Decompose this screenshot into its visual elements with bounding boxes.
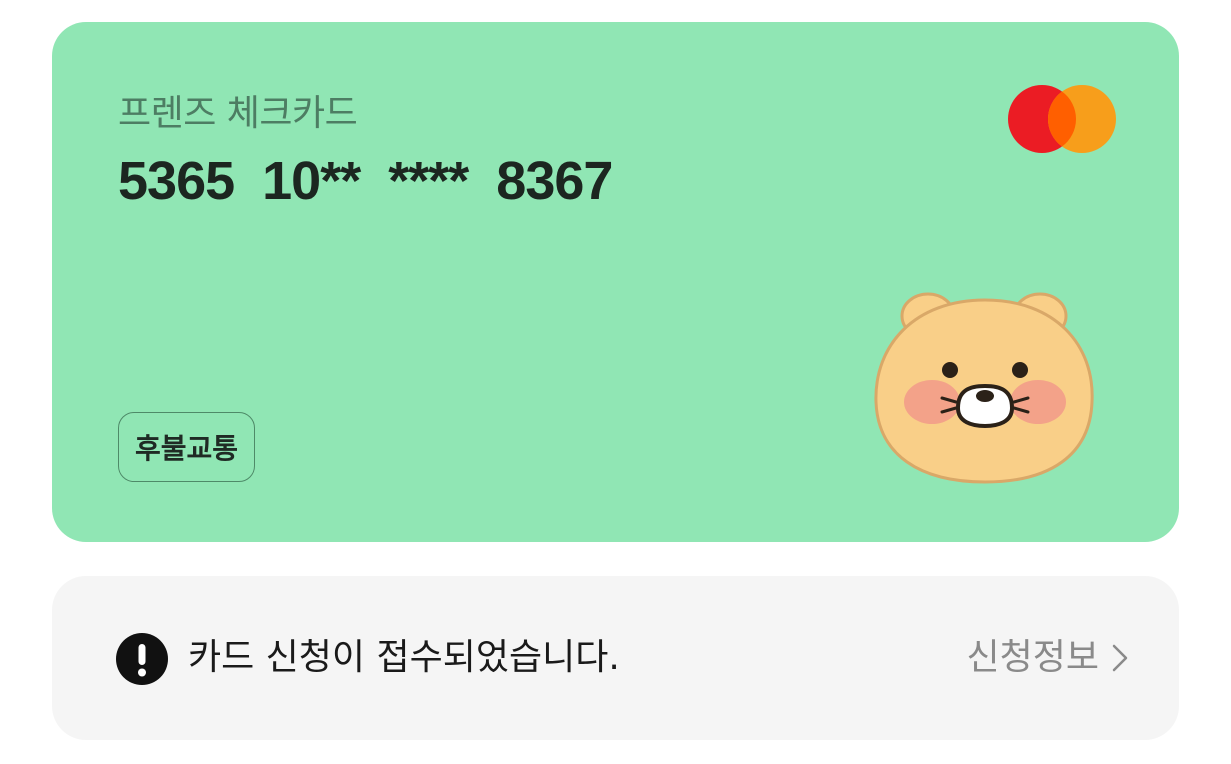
application-info-label: 신청정보: [966, 637, 1099, 678]
chevron-right-icon: [1112, 644, 1128, 672]
card-number: 5365 10** **** 8367: [118, 151, 613, 211]
card-product-name: 프렌즈 체크카드: [118, 93, 358, 134]
application-status-banner: 카드 신청이 접수되었습니다. 신청정보: [52, 576, 1179, 740]
postpaid-transit-badge: 후불교통: [118, 412, 256, 482]
mastercard-logo-icon: [1008, 85, 1116, 153]
application-info-link[interactable]: 신청정보: [967, 634, 1129, 682]
status-message: 카드 신청이 접수되었습니다.: [188, 637, 620, 678]
choonsik-character-icon: [874, 292, 1094, 484]
card-tile[interactable]: 프렌즈 체크카드 5365 10** **** 8367 후불교통: [52, 22, 1179, 542]
alert-circle-icon: [116, 633, 168, 685]
